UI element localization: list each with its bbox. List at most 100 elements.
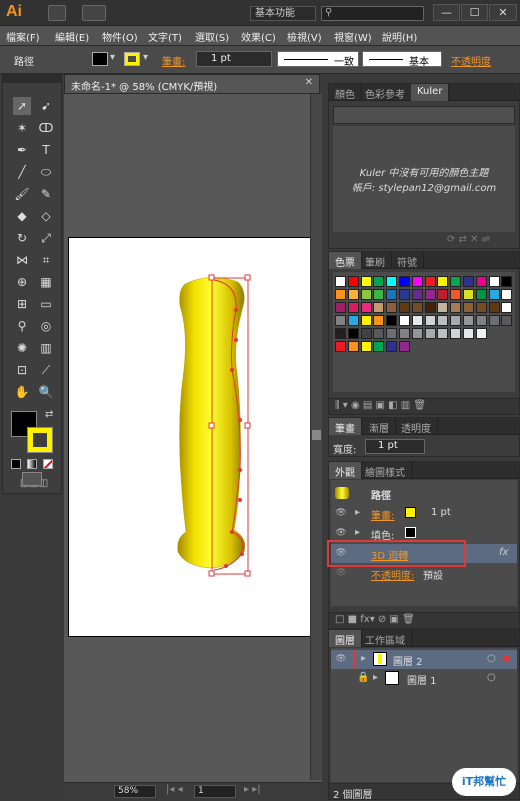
target-icon[interactable]: ○ — [487, 653, 496, 664]
color-swatch[interactable] — [335, 341, 346, 352]
brush-definition[interactable]: 基本 — [362, 51, 442, 68]
color-swatch[interactable] — [386, 276, 398, 287]
color-swatch[interactable] — [347, 328, 359, 339]
slice-tool-icon[interactable]: ⟋ — [37, 361, 55, 379]
color-swatch[interactable] — [463, 315, 474, 326]
color-swatch[interactable] — [437, 315, 449, 326]
swap-colors-icon[interactable]: ⇄ — [45, 409, 53, 420]
column-graph-tool-icon[interactable]: ▥ — [37, 339, 55, 357]
swatch-library-icon[interactable]: ⫼ ▾ ◉ ▤ ▣ ◧ ▥ 🗑 — [335, 400, 426, 411]
color-swatch[interactable] — [463, 302, 474, 313]
color-swatch[interactable] — [373, 315, 385, 326]
fill-color-box[interactable] — [92, 52, 108, 66]
mesh-tool-icon[interactable]: ⊞ — [13, 295, 31, 313]
color-swatch[interactable] — [475, 315, 487, 326]
swatch-grid[interactable] — [333, 272, 515, 392]
color-swatch[interactable] — [373, 341, 385, 352]
menu-edit[interactable]: 編輯(E) — [55, 29, 89, 44]
gradient-tool-icon[interactable]: ▭ — [37, 295, 55, 313]
color-swatch[interactable] — [475, 302, 487, 313]
layer-name[interactable]: 圖層 2 — [393, 653, 423, 668]
screen-mode-icon[interactable] — [22, 472, 42, 486]
color-swatch[interactable] — [424, 315, 436, 326]
expand-triangle-icon[interactable]: ▸ — [355, 507, 360, 518]
appearance-opacity-label[interactable]: 不透明度: — [371, 567, 414, 582]
paintbrush-tool-icon[interactable]: 🖌 — [13, 185, 31, 203]
color-swatch[interactable] — [373, 276, 385, 287]
fx-icon[interactable]: fx — [499, 547, 508, 558]
free-transform-tool-icon[interactable]: ⌗ — [37, 251, 55, 269]
color-swatch[interactable] — [360, 302, 372, 313]
menu-select[interactable]: 選取(S) — [195, 29, 229, 44]
rotate-tool-icon[interactable]: ↻ — [13, 229, 31, 247]
color-swatch[interactable] — [399, 328, 410, 339]
color-swatch[interactable] — [488, 315, 500, 326]
magic-wand-tool-icon[interactable]: ✶ — [13, 119, 31, 137]
tab-swatches[interactable]: 色票 — [329, 252, 362, 269]
zoom-tool-icon[interactable]: 🔍 — [37, 383, 55, 401]
search-input[interactable]: ⚲ — [321, 6, 424, 21]
opacity-label[interactable]: 不透明度 — [451, 53, 491, 68]
tab-gradient[interactable]: 漸層 — [363, 418, 396, 435]
color-swatch[interactable] — [437, 328, 449, 339]
color-swatch[interactable] — [373, 328, 385, 339]
color-swatch[interactable] — [335, 315, 346, 326]
layer-name[interactable]: 圖層 1 — [407, 672, 437, 687]
artboard-tool-icon[interactable]: ⊡ — [13, 361, 31, 379]
color-mode-icon[interactable] — [11, 459, 21, 469]
lock-icon[interactable]: 🔒 — [357, 672, 369, 683]
fill-color-chip[interactable] — [405, 527, 416, 538]
tab-appearance[interactable]: 外觀 — [329, 462, 362, 479]
maximize-button[interactable]: ☐ — [461, 4, 488, 21]
visibility-eye-icon[interactable]: 👁 — [335, 507, 347, 519]
lasso-tool-icon[interactable]: ↀ — [37, 119, 55, 137]
color-swatch[interactable] — [411, 276, 423, 287]
color-swatch[interactable] — [399, 276, 410, 287]
next-page-icon[interactable]: ▸ ▸| — [244, 784, 261, 795]
pencil-tool-icon[interactable]: ✎ — [37, 185, 55, 203]
menu-effect[interactable]: 效果(C) — [241, 29, 276, 44]
color-swatch[interactable] — [501, 315, 513, 326]
tab-color[interactable]: 顏色 — [329, 84, 362, 101]
color-swatch[interactable] — [463, 276, 474, 287]
tab-artboards[interactable]: 工作區域 — [359, 630, 412, 647]
document-tab[interactable]: 未命名-1* @ 58% (CMYK/預視) ✕ — [64, 74, 320, 94]
gradient-mode-icon[interactable] — [27, 459, 37, 469]
color-swatch[interactable] — [360, 328, 372, 339]
color-swatch[interactable] — [360, 315, 372, 326]
color-swatch[interactable] — [347, 315, 359, 326]
color-swatch[interactable] — [360, 276, 372, 287]
color-swatch[interactable] — [475, 328, 487, 339]
color-swatch[interactable] — [424, 302, 436, 313]
stroke-swatch[interactable] — [27, 427, 53, 453]
color-swatch[interactable] — [373, 289, 385, 300]
target-icon[interactable]: ○ — [487, 672, 496, 683]
direct-selection-tool-icon[interactable]: ➹ — [37, 97, 55, 115]
color-swatch[interactable] — [450, 276, 462, 287]
menu-view[interactable]: 檢視(V) — [287, 29, 322, 44]
color-swatch[interactable] — [437, 302, 449, 313]
weight-input[interactable]: 1 pt — [365, 439, 425, 454]
3d-revolved-handle[interactable] — [170, 270, 260, 580]
color-swatch[interactable] — [386, 328, 398, 339]
close-button[interactable]: ✕ — [489, 4, 517, 21]
appearance-stroke-label[interactable]: 筆畫: — [371, 507, 394, 522]
color-swatch[interactable] — [386, 289, 398, 300]
visibility-eye-icon[interactable]: 👁 — [335, 567, 347, 579]
color-swatch[interactable] — [437, 289, 449, 300]
color-swatch[interactable] — [399, 302, 410, 313]
color-swatch[interactable] — [463, 289, 474, 300]
zoom-select[interactable]: 58% — [114, 785, 156, 798]
selection-indicator[interactable] — [503, 655, 509, 661]
path-row[interactable]: 路徑 — [331, 484, 517, 503]
close-tab-icon[interactable]: ✕ — [305, 77, 313, 88]
color-swatch[interactable] — [501, 302, 513, 313]
stroke-color-box[interactable] — [124, 52, 140, 66]
width-tool-icon[interactable]: ⋈ — [13, 251, 31, 269]
shape-builder-tool-icon[interactable]: ⊕ — [13, 273, 31, 291]
color-swatch[interactable] — [373, 302, 385, 313]
color-swatch[interactable] — [360, 341, 372, 352]
type-tool-icon[interactable]: T — [37, 141, 55, 159]
ellipse-tool-icon[interactable]: ⬭ — [37, 163, 55, 181]
color-swatch[interactable] — [347, 276, 359, 287]
